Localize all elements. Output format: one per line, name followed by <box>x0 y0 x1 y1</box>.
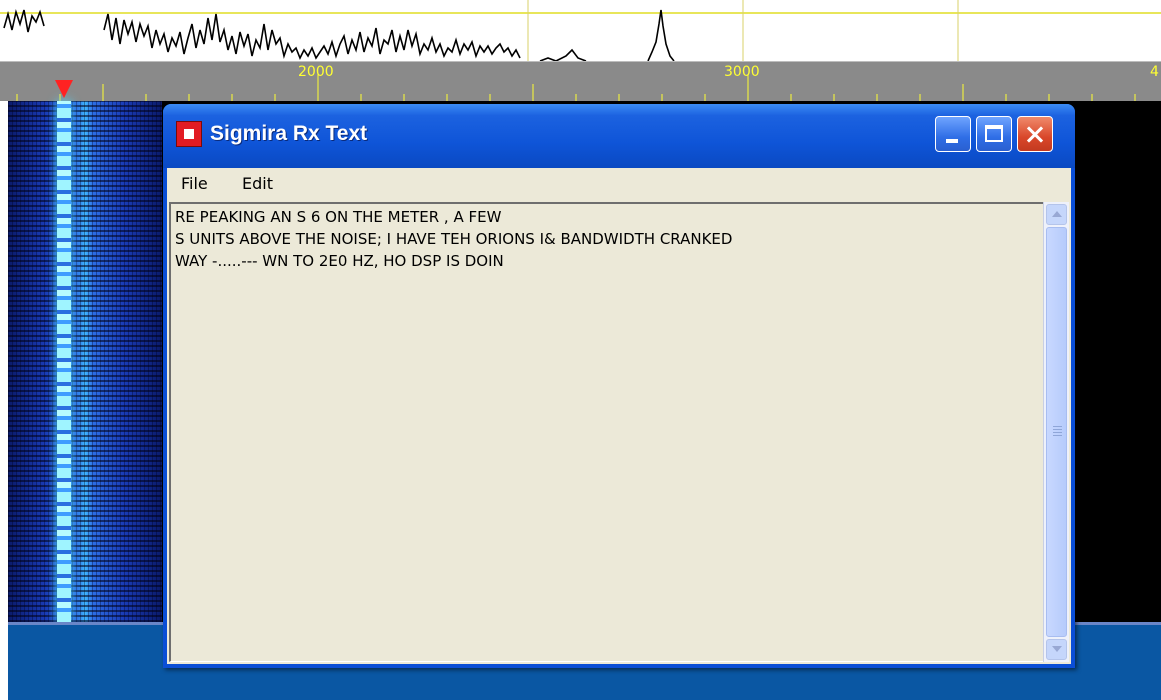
frequency-ruler[interactable]: 2000 3000 4 <box>0 61 1161 102</box>
left-margin <box>0 101 8 700</box>
rx-text-line: S UNITS ABOVE THE NOISE; I HAVE TEH ORIO… <box>175 230 733 248</box>
rx-text-area[interactable]: RE PEAKING AN S 6 ON THE METER , A FEW S… <box>169 202 1043 662</box>
ruler-label-4000: 4 <box>1150 64 1159 80</box>
app-icon[interactable] <box>176 121 202 147</box>
grip-icon <box>1053 426 1062 436</box>
menu-edit[interactable]: Edit <box>242 174 273 193</box>
window-titlebar[interactable]: Sigmira Rx Text <box>163 104 1075 168</box>
waterfall-carrier-trace <box>57 101 71 622</box>
rx-text-line: RE PEAKING AN S 6 ON THE METER , A FEW <box>175 208 502 226</box>
rx-text-line: WAY -.....--- WN TO 2E0 HZ, HO DSP IS DO… <box>175 252 504 270</box>
scroll-thumb[interactable] <box>1046 227 1067 637</box>
rx-text-window: Sigmira Rx Text File Edit RE PEAKING AN … <box>163 104 1075 668</box>
waterfall-signal-band <box>8 101 162 622</box>
ruler-label-3000: 3000 <box>724 64 760 80</box>
window-client-area: File Edit RE PEAKING AN S 6 ON THE METER… <box>167 168 1071 664</box>
red-triangle-marker-icon[interactable] <box>55 80 73 98</box>
minimize-button[interactable] <box>935 116 971 152</box>
menu-bar: File Edit <box>167 168 1071 200</box>
scroll-down-button[interactable] <box>1046 639 1067 660</box>
vertical-scrollbar[interactable] <box>1043 202 1069 662</box>
scroll-up-button[interactable] <box>1046 204 1067 225</box>
spectrum-display <box>0 0 1161 62</box>
close-button[interactable] <box>1017 116 1053 152</box>
ruler-ticks <box>16 74 1136 102</box>
window-title: Sigmira Rx Text <box>210 122 368 145</box>
maximize-button[interactable] <box>976 116 1012 152</box>
spectrum-trace <box>0 0 1161 62</box>
menu-file[interactable]: File <box>181 174 208 193</box>
ruler-label-2000: 2000 <box>298 64 334 80</box>
